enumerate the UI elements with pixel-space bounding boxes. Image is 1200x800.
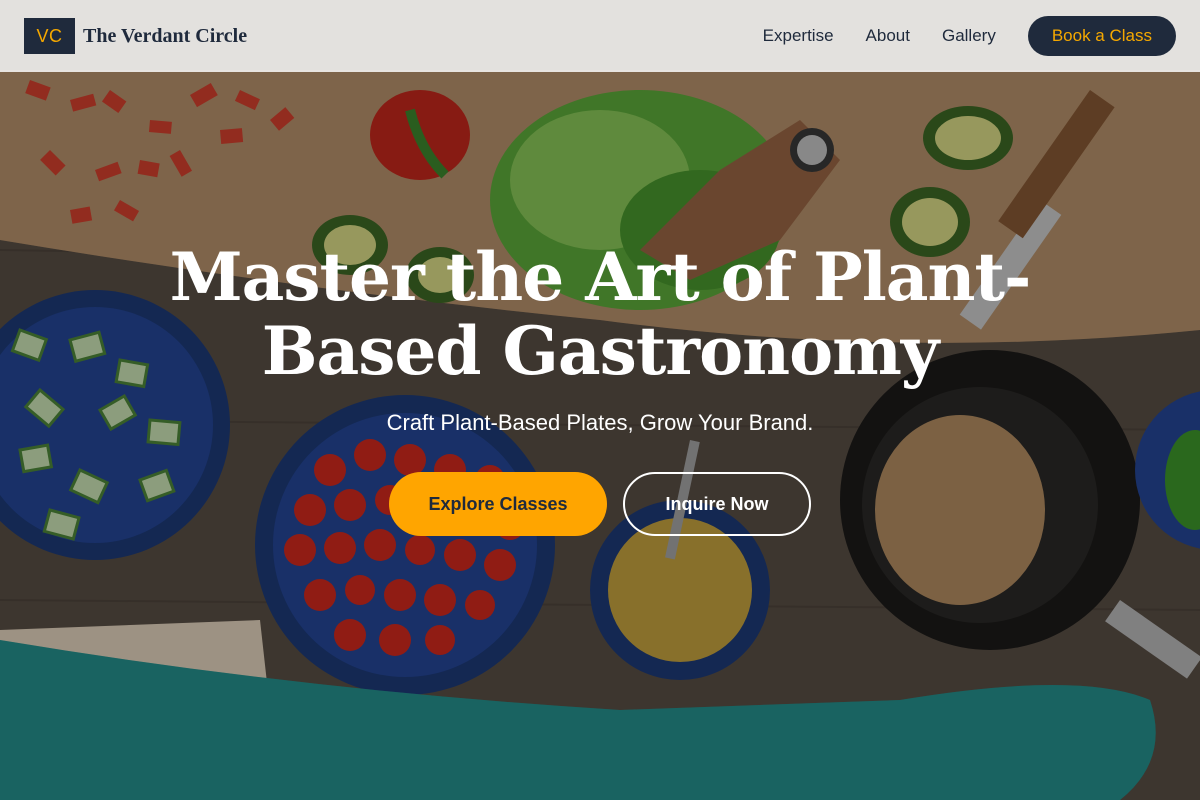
hero-section: Master the Art of Plant-Based Gastronomy… bbox=[0, 240, 1200, 536]
brand[interactable]: VC The Verdant Circle bbox=[24, 18, 247, 54]
inquire-now-button[interactable]: Inquire Now bbox=[623, 472, 811, 536]
logo[interactable]: VC bbox=[24, 18, 75, 54]
brand-name[interactable]: The Verdant Circle bbox=[83, 25, 247, 48]
nav-link-expertise[interactable]: Expertise bbox=[763, 26, 834, 46]
hero-actions: Explore Classes Inquire Now bbox=[0, 472, 1200, 536]
nav-link-about[interactable]: About bbox=[866, 26, 910, 46]
explore-classes-button[interactable]: Explore Classes bbox=[389, 472, 607, 536]
hero-title: Master the Art of Plant-Based Gastronomy bbox=[169, 238, 1032, 390]
nav-link-gallery[interactable]: Gallery bbox=[942, 26, 996, 46]
top-navigation-bar: VC The Verdant Circle Expertise About Ga… bbox=[0, 0, 1200, 72]
book-a-class-button[interactable]: Book a Class bbox=[1027, 16, 1176, 56]
hero-subtitle: Craft Plant-Based Plates, Grow Your Bran… bbox=[386, 410, 814, 435]
nav-links: Expertise About Gallery Book a Class bbox=[731, 16, 1176, 56]
